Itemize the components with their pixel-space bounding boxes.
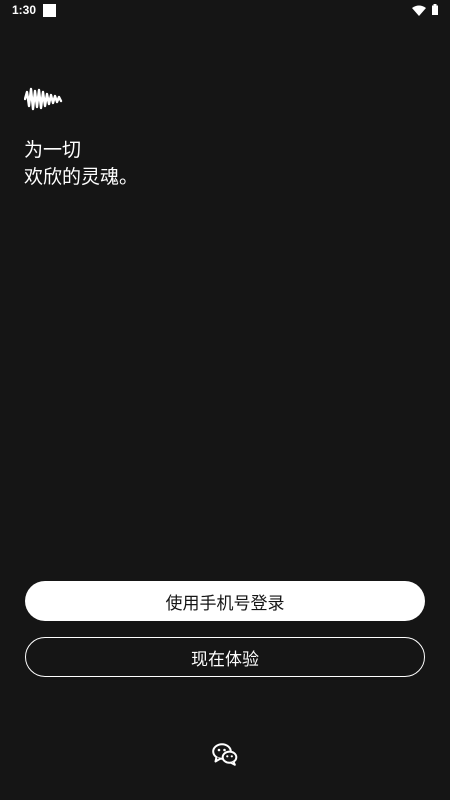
wechat-icon[interactable] [212, 742, 238, 766]
try-now-button[interactable]: 现在体验 [25, 637, 425, 677]
battery-icon [432, 4, 438, 15]
wifi-icon [412, 5, 426, 16]
phone-login-button[interactable]: 使用手机号登录 [25, 581, 425, 621]
tagline-line-1: 为一切 [24, 139, 82, 161]
status-time: 1:30 [12, 3, 37, 17]
tagline: 为一切 欢欣的灵魂。 [24, 137, 138, 191]
phone-login-label: 使用手机号登录 [165, 593, 285, 614]
tagline-line-2: 欢欣的灵魂。 [24, 166, 139, 188]
try-now-label: 现在体验 [191, 649, 259, 670]
status-bar: 1:30 [0, 0, 450, 22]
soundwave-logo-icon [24, 87, 63, 111]
notification-icon [43, 4, 56, 17]
